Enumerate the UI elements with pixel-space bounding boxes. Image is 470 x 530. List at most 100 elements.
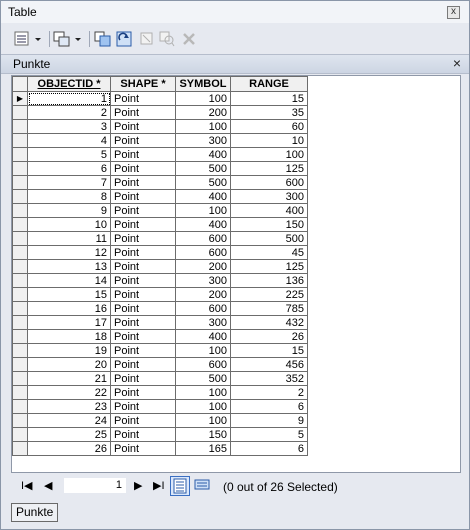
- table-cell[interactable]: 100: [175, 413, 231, 428]
- row-selector[interactable]: [12, 189, 28, 204]
- table-cell[interactable]: 8: [27, 189, 111, 204]
- table-cell[interactable]: 21: [27, 371, 111, 386]
- table-cell[interactable]: 500: [175, 371, 231, 386]
- table-cell[interactable]: 12: [27, 245, 111, 260]
- table-cell[interactable]: 136: [230, 273, 308, 288]
- row-selector[interactable]: [12, 399, 28, 414]
- table-row[interactable]: 8 Point 400 300: [12, 189, 308, 204]
- table-cell[interactable]: Point: [110, 217, 176, 232]
- table-cell[interactable]: 400: [175, 329, 231, 344]
- table-cell[interactable]: 17: [27, 315, 111, 330]
- row-selector[interactable]: [12, 203, 28, 218]
- table-cell[interactable]: 456: [230, 357, 308, 372]
- row-selector[interactable]: [12, 175, 28, 190]
- table-cell[interactable]: 9: [230, 413, 308, 428]
- table-cell[interactable]: Point: [110, 259, 176, 274]
- table-row[interactable]: 24 Point 100 9: [12, 413, 308, 428]
- table-cell[interactable]: 300: [175, 273, 231, 288]
- table-cell[interactable]: 19: [27, 343, 111, 358]
- table-row[interactable]: 11 Point 600 500: [12, 231, 308, 246]
- current-record-field[interactable]: 1: [63, 477, 127, 494]
- row-selector[interactable]: ▶: [12, 91, 28, 106]
- table-cell[interactable]: 60: [230, 119, 308, 134]
- table-cell[interactable]: 352: [230, 371, 308, 386]
- table-row[interactable]: 21 Point 500 352: [12, 371, 308, 386]
- table-cell[interactable]: 150: [175, 427, 231, 442]
- table-cell[interactable]: 11: [27, 231, 111, 246]
- table-cell[interactable]: 20: [27, 357, 111, 372]
- table-cell[interactable]: 24: [27, 413, 111, 428]
- table-cell[interactable]: 5: [27, 147, 111, 162]
- table-cell[interactable]: 785: [230, 301, 308, 316]
- table-row[interactable]: 17 Point 300 432: [12, 315, 308, 330]
- table-cell[interactable]: Point: [110, 441, 176, 456]
- row-selector[interactable]: [12, 105, 28, 120]
- table-cell[interactable]: 7: [27, 175, 111, 190]
- row-selector[interactable]: [12, 357, 28, 372]
- last-record-button[interactable]: ▶I: [153, 479, 165, 492]
- table-row[interactable]: 6 Point 500 125: [12, 161, 308, 176]
- row-selector[interactable]: [12, 329, 28, 344]
- table-cell[interactable]: Point: [110, 273, 176, 288]
- row-selector[interactable]: [12, 273, 28, 288]
- table-cell[interactable]: 100: [175, 203, 231, 218]
- row-selector[interactable]: [12, 217, 28, 232]
- table-options-button[interactable]: [13, 29, 45, 49]
- row-selector[interactable]: [12, 371, 28, 386]
- row-selector[interactable]: [12, 119, 28, 134]
- table-cell[interactable]: 225: [230, 287, 308, 302]
- row-selector[interactable]: [12, 287, 28, 302]
- table-cell[interactable]: 400: [175, 217, 231, 232]
- table-cell[interactable]: 3: [27, 119, 111, 134]
- table-cell[interactable]: 100: [230, 147, 308, 162]
- row-selector[interactable]: [12, 259, 28, 274]
- table-cell[interactable]: 100: [175, 343, 231, 358]
- table-cell[interactable]: 6: [27, 161, 111, 176]
- table-row[interactable]: 23 Point 100 6: [12, 399, 308, 414]
- table-cell[interactable]: Point: [110, 119, 176, 134]
- switch-selection-button[interactable]: [115, 29, 135, 49]
- table-cell[interactable]: Point: [110, 189, 176, 204]
- table-cell[interactable]: 500: [175, 175, 231, 190]
- table-cell[interactable]: 100: [175, 385, 231, 400]
- table-cell[interactable]: Point: [110, 105, 176, 120]
- table-cell[interactable]: Point: [110, 133, 176, 148]
- table-row[interactable]: 3 Point 100 60: [12, 119, 308, 134]
- table-cell[interactable]: 150: [230, 217, 308, 232]
- table-cell[interactable]: 125: [230, 161, 308, 176]
- table-cell[interactable]: 600: [175, 231, 231, 246]
- show-all-records-button[interactable]: [170, 476, 190, 496]
- table-cell[interactable]: 400: [175, 147, 231, 162]
- table-cell[interactable]: 10: [230, 133, 308, 148]
- table-row[interactable]: 16 Point 600 785: [12, 301, 308, 316]
- table-cell[interactable]: 26: [27, 441, 111, 456]
- row-selector[interactable]: [12, 147, 28, 162]
- table-cell[interactable]: 23: [27, 399, 111, 414]
- table-row[interactable]: 25 Point 150 5: [12, 427, 308, 442]
- table-cell[interactable]: 600: [175, 245, 231, 260]
- table-cell[interactable]: 10: [27, 217, 111, 232]
- column-header-shape[interactable]: SHAPE *: [110, 76, 176, 92]
- first-record-button[interactable]: I◀: [21, 479, 33, 492]
- row-selector[interactable]: [12, 245, 28, 260]
- table-cell[interactable]: 200: [175, 259, 231, 274]
- table-cell[interactable]: 1: [27, 91, 111, 106]
- table-cell[interactable]: 13: [27, 259, 111, 274]
- attribute-table[interactable]: OBJECTID * SHAPE * SYMBOL RANGE ▶ 1 Point 1…: [11, 75, 461, 473]
- table-row[interactable]: 18 Point 400 26: [12, 329, 308, 344]
- row-selector[interactable]: [12, 315, 28, 330]
- table-cell[interactable]: Point: [110, 287, 176, 302]
- table-cell[interactable]: 500: [175, 161, 231, 176]
- table-cell[interactable]: Point: [110, 427, 176, 442]
- table-cell[interactable]: 432: [230, 315, 308, 330]
- table-row[interactable]: 4 Point 300 10: [12, 133, 308, 148]
- table-cell[interactable]: Point: [110, 301, 176, 316]
- table-cell[interactable]: 300: [175, 133, 231, 148]
- table-cell[interactable]: 6: [230, 441, 308, 456]
- table-cell[interactable]: 100: [175, 119, 231, 134]
- table-cell[interactable]: 200: [175, 287, 231, 302]
- table-cell[interactable]: 25: [27, 427, 111, 442]
- table-cell[interactable]: 14: [27, 273, 111, 288]
- row-selector[interactable]: [12, 161, 28, 176]
- table-cell[interactable]: Point: [110, 147, 176, 162]
